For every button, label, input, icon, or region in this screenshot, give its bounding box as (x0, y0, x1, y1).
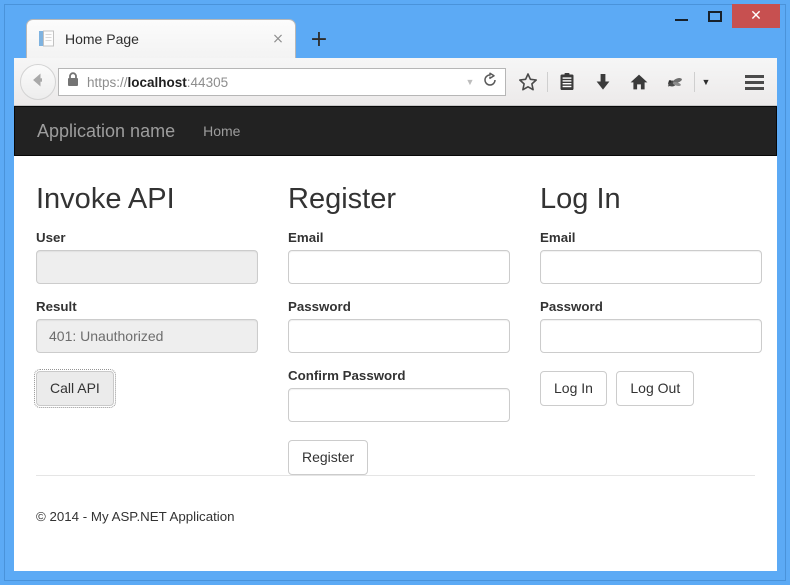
navbar-link-home[interactable]: Home (203, 123, 240, 139)
url-text: https://localhost:44305 (87, 74, 229, 90)
tab-title: Home Page (65, 31, 139, 47)
footer-copyright: © 2014 - My ASP.NET Application (36, 509, 235, 525)
column-log-in: Log In Email Password Log In Log Out (540, 170, 762, 475)
back-arrow-icon (28, 70, 48, 95)
label-confirm-password: Confirm Password (288, 367, 406, 383)
label-login-email: Email (540, 229, 576, 245)
result-input[interactable] (36, 318, 258, 353)
minimize-icon (674, 19, 688, 21)
bookmark-star-icon[interactable] (510, 68, 546, 96)
confirm-password-input[interactable] (288, 387, 510, 422)
browser-tab-home-page[interactable]: Home Page × (26, 19, 296, 58)
page-viewport: Application name Home Invoke API User Re… (14, 106, 777, 571)
overflow-caret-icon[interactable]: ▼ (696, 68, 716, 96)
document-favicon-icon (39, 30, 55, 48)
title-bar: ✕ Home Page × + (0, 0, 790, 58)
toolbar-divider (694, 72, 695, 92)
form-columns: Invoke API User Result Call API Register… (34, 170, 762, 476)
log-out-button[interactable]: Log Out (616, 370, 695, 407)
navbar-brand[interactable]: Application name (37, 121, 175, 142)
label-login-password: Password (540, 298, 603, 314)
register-actions: Register (288, 422, 510, 476)
label-result: Result (36, 298, 77, 314)
register-email-input[interactable] (288, 249, 510, 284)
heading-register: Register (288, 183, 396, 215)
log-in-button[interactable]: Log In (540, 370, 607, 407)
label-user: User (36, 229, 66, 245)
reading-list-icon[interactable] (549, 68, 585, 96)
extension-icon[interactable] (657, 68, 693, 96)
reload-icon[interactable] (479, 72, 501, 93)
label-register-email: Email (288, 229, 324, 245)
close-window-button[interactable]: ✕ (732, 4, 780, 28)
home-icon[interactable] (621, 68, 657, 96)
minimize-button[interactable] (664, 4, 698, 28)
download-icon[interactable] (585, 68, 621, 96)
login-email-input[interactable] (540, 249, 762, 284)
browser-toolbar: https://localhost:44305 ▼ ▼ (14, 58, 777, 106)
login-password-input[interactable] (540, 318, 762, 353)
column-register: Register Email Password Confirm Password… (288, 170, 510, 476)
address-bar[interactable]: https://localhost:44305 ▼ (58, 68, 506, 96)
toolbar-divider (547, 72, 548, 92)
new-tab-button[interactable]: + (306, 28, 332, 54)
back-button[interactable] (20, 64, 56, 100)
menu-line (744, 74, 764, 78)
column-invoke-api: Invoke API User Result Call API (34, 170, 258, 475)
heading-log-in: Log In (540, 183, 621, 215)
lock-icon (67, 72, 79, 92)
login-actions: Log In Log Out (540, 353, 762, 407)
register-button[interactable]: Register (288, 439, 369, 476)
user-input[interactable] (36, 249, 258, 284)
url-history-dropdown-icon[interactable]: ▼ (461, 77, 479, 87)
heading-invoke-api: Invoke API (36, 183, 175, 215)
menu-line (744, 86, 764, 90)
window-controls: ✕ (664, 4, 780, 28)
toolbar-icon-group: ▼ (510, 68, 716, 96)
invoke-api-actions: Call API (34, 353, 258, 409)
close-tab-icon[interactable]: × (269, 30, 287, 48)
hamburger-menu-icon[interactable] (739, 68, 769, 96)
label-register-password: Password (288, 298, 351, 314)
menu-line (744, 80, 764, 84)
page-footer: © 2014 - My ASP.NET Application (36, 475, 755, 524)
maximize-icon (708, 10, 722, 22)
site-navbar: Application name Home (14, 106, 777, 156)
maximize-button[interactable] (698, 4, 732, 28)
page-body: Invoke API User Result Call API Register… (14, 156, 777, 476)
call-api-button[interactable]: Call API (34, 368, 116, 409)
browser-window: ✕ Home Page × + https://localhost:44305 … (0, 0, 790, 585)
register-password-input[interactable] (288, 318, 510, 353)
